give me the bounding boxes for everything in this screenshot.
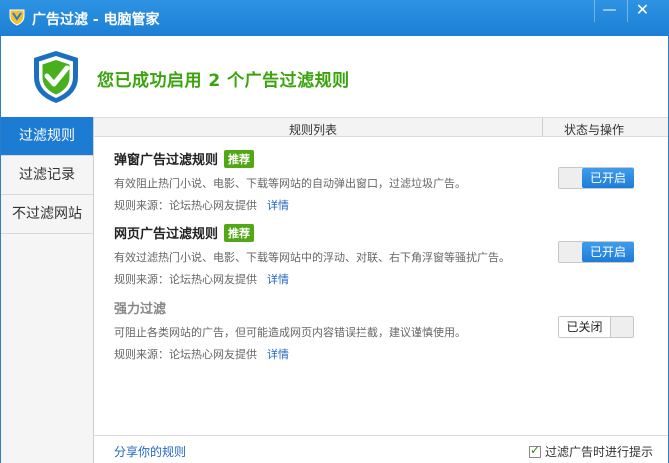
banner-headline: 您已成功启用 2 个广告过滤规则 <box>97 71 350 91</box>
shield-check-icon <box>34 51 78 103</box>
minimize-button[interactable]: — <box>594 0 624 22</box>
column-divider <box>542 118 543 137</box>
rule-source-text: 规则来源：论坛热心网友提供 <box>114 348 257 361</box>
title-bar: 广告过滤 - 电脑管家 — ✕ <box>0 0 669 36</box>
column-header-rules: 规则列表 <box>289 123 338 137</box>
app-logo-icon <box>9 9 25 26</box>
toggle-state[interactable]: 已关闭 <box>559 317 611 337</box>
close-button[interactable]: ✕ <box>627 0 657 22</box>
rule-popup-ads-toggle[interactable]: 已开启 <box>558 167 634 189</box>
sidebar-item-whitelist[interactable]: 不过滤网站 <box>1 195 93 234</box>
sidebar-item-filter-rules[interactable]: 过滤规则 <box>1 117 93 156</box>
toggle-state[interactable]: 已开启 <box>582 168 634 188</box>
rule-source-text: 规则来源：论坛热心网友提供 <box>114 273 257 286</box>
recommended-badge: 推荐 <box>224 150 255 168</box>
notify-checkbox[interactable]: 过滤广告时进行提示 <box>529 443 653 460</box>
rule-name: 网页广告过滤规则 <box>114 227 219 242</box>
window-title: 广告过滤 - 电脑管家 <box>32 12 160 28</box>
rule-detail-link[interactable]: 详情 <box>267 348 289 361</box>
checkbox-checked-icon[interactable] <box>529 443 541 458</box>
rule-page-ads-toggle[interactable]: 已开启 <box>558 241 634 263</box>
panel-footer: 分享你的规则 过滤广告时进行提示 <box>94 435 668 463</box>
status-banner: 您已成功启用 2 个广告过滤规则 <box>0 36 669 118</box>
rules-panel: 规则列表 状态与操作 弹窗广告过滤规则 推荐 有效阻止热门小说、电影、下载等网站的… <box>94 117 669 463</box>
rule-detail-link[interactable]: 详情 <box>267 273 289 286</box>
sidebar-item-filter-log[interactable]: 过滤记录 <box>1 156 93 195</box>
toggle-state[interactable]: 已开启 <box>582 242 634 262</box>
share-rules-link[interactable]: 分享你的规则 <box>114 443 186 460</box>
rule-name: 强力过滤 <box>114 302 167 317</box>
rule-source-text: 规则来源：论坛热心网友提供 <box>114 199 257 212</box>
column-header-status: 状态与操作 <box>564 123 625 137</box>
rule-strong-filter-toggle[interactable]: 已关闭 <box>558 316 634 338</box>
sidebar: 过滤规则 过滤记录 不过滤网站 <box>0 117 94 463</box>
rule-source: 规则来源：论坛热心网友提供 详情 <box>114 271 654 287</box>
recommended-badge: 推荐 <box>224 224 255 242</box>
table-header: 规则列表 状态与操作 <box>94 117 668 137</box>
notify-label: 过滤广告时进行提示 <box>545 445 654 459</box>
rule-name: 弹窗广告过滤规则 <box>114 153 219 168</box>
rule-detail-link[interactable]: 详情 <box>267 199 289 212</box>
rule-source: 规则来源：论坛热心网友提供 详情 <box>114 346 654 362</box>
rule-source: 规则来源：论坛热心网友提供 详情 <box>114 197 654 213</box>
